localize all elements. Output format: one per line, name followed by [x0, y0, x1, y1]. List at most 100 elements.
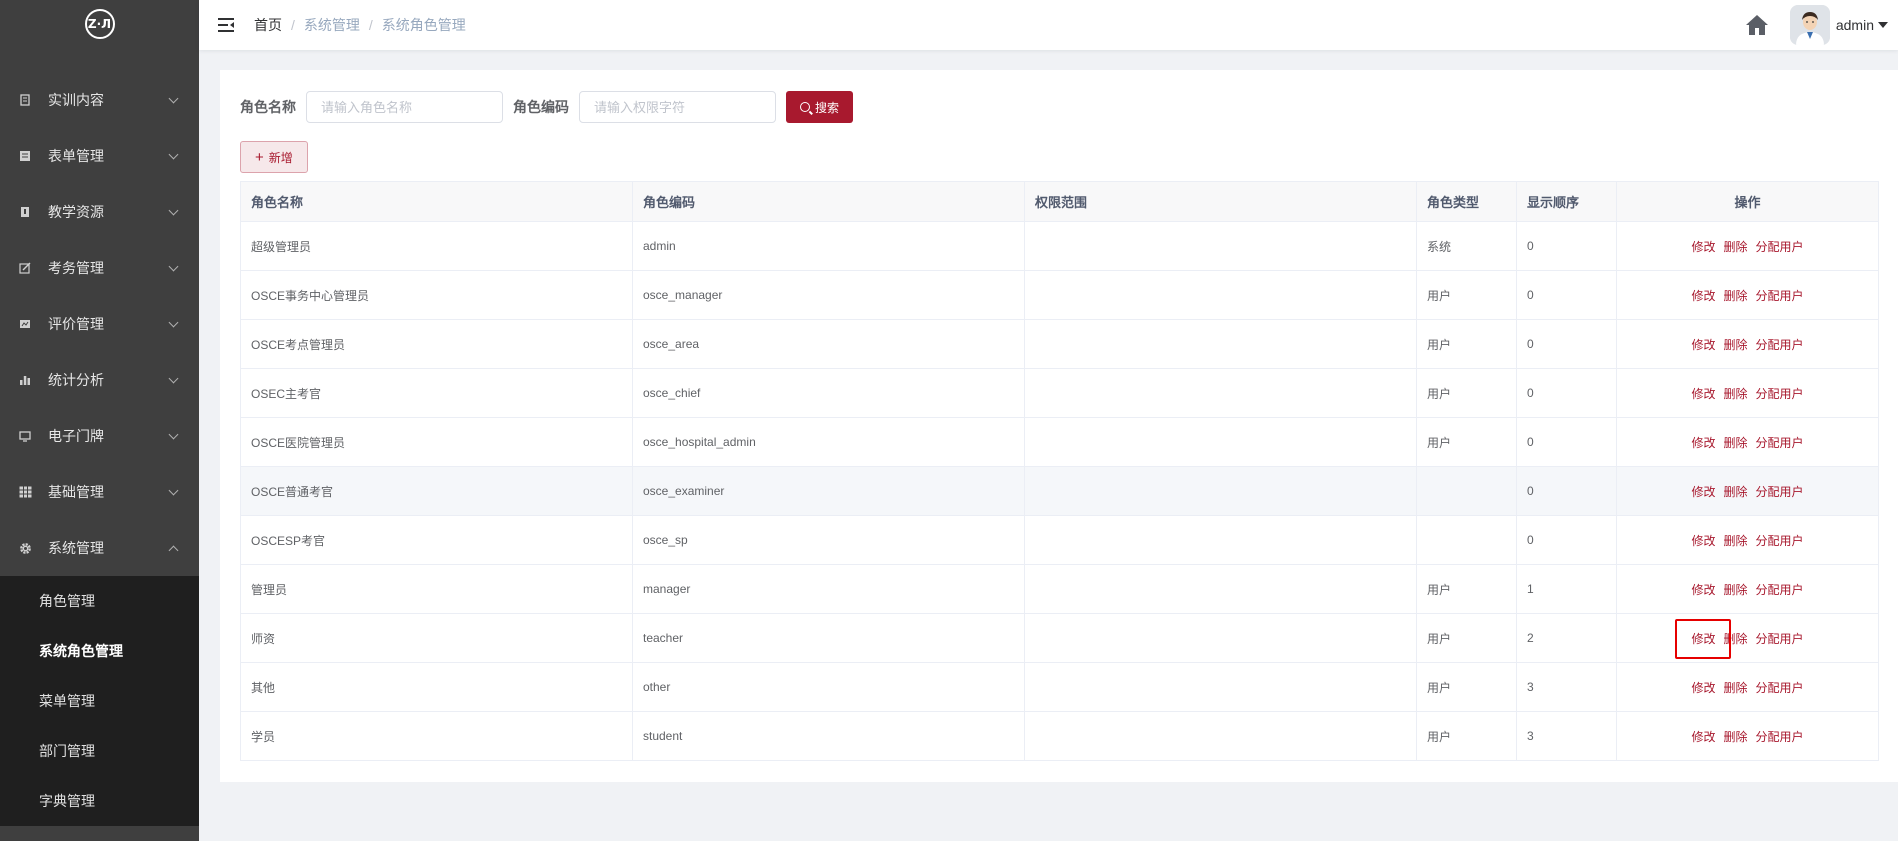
- edit-button[interactable]: 修改: [1691, 387, 1715, 401]
- assign-user-button[interactable]: 分配用户: [1756, 632, 1804, 646]
- cell-role-type: [1416, 466, 1517, 516]
- delete-button[interactable]: 删除: [1723, 681, 1747, 695]
- cell-actions: 修改 删除 分配用户: [1616, 711, 1879, 761]
- cell-actions: 修改 删除 分配用户: [1616, 417, 1879, 467]
- column-header-actions: 操作: [1616, 181, 1879, 222]
- edit-button[interactable]: 修改: [1691, 730, 1715, 744]
- edit-button[interactable]: 修改: [1691, 240, 1715, 254]
- sidebar-item-6[interactable]: 电子门牌: [0, 408, 199, 464]
- breadcrumb: 首页 / 系统管理 / 系统角色管理: [254, 15, 466, 35]
- submenu-item-2[interactable]: 菜单管理: [0, 676, 199, 726]
- delete-button[interactable]: 删除: [1723, 289, 1747, 303]
- caret-down-icon[interactable]: [1878, 22, 1888, 28]
- cell-role-code: manager: [632, 564, 1025, 614]
- cell-role-name: OSCESP考官: [240, 515, 633, 565]
- add-button[interactable]: + 新增: [240, 141, 308, 173]
- sidebar-menu: 实训内容表单管理 教学资源考务管理评价管理统计分析电子门牌基础管理 系统管理: [0, 72, 199, 576]
- cell-role-type: 用户: [1416, 662, 1517, 712]
- assign-user-button[interactable]: 分配用户: [1756, 338, 1804, 352]
- gear-icon: [18, 541, 32, 555]
- cell-actions: 修改 删除 分配用户: [1616, 515, 1879, 565]
- edit-button[interactable]: 修改: [1691, 485, 1715, 499]
- sidebar-item-label: 电子门牌: [48, 428, 104, 444]
- delete-button[interactable]: 删除: [1723, 534, 1747, 548]
- cell-role-code: admin: [632, 221, 1025, 271]
- submenu-item-3[interactable]: 部门管理: [0, 726, 199, 776]
- search-button-label: 搜索: [815, 100, 840, 115]
- edit-icon: [18, 261, 32, 275]
- delete-button[interactable]: 删除: [1723, 436, 1747, 450]
- cell-display-order: 0: [1516, 221, 1617, 271]
- sidebar-item-0[interactable]: 实训内容: [0, 72, 199, 128]
- cell-actions: 修改 删除 分配用户: [1616, 564, 1879, 614]
- assign-user-button[interactable]: 分配用户: [1756, 485, 1804, 499]
- username[interactable]: admin: [1836, 17, 1874, 33]
- delete-button[interactable]: 删除: [1723, 583, 1747, 597]
- breadcrumb-system: 系统管理: [303, 17, 360, 33]
- cell-display-order: 0: [1516, 466, 1617, 516]
- chevron-down-icon: [168, 93, 179, 103]
- submenu-item-1[interactable]: 系统角色管理: [0, 626, 199, 676]
- submenu-item-4[interactable]: 字典管理: [0, 776, 199, 826]
- cell-actions: 修改 删除 分配用户: [1616, 613, 1879, 663]
- table-header-row: 角色名称 角色编码 权限范围 角色类型 显示顺序 操作: [240, 181, 1879, 222]
- assign-user-button[interactable]: 分配用户: [1756, 730, 1804, 744]
- cell-role-code: teacher: [632, 613, 1025, 663]
- delete-button[interactable]: 删除: [1723, 485, 1747, 499]
- sidebar-submenu-system: 角色管理 系统角色管理 菜单管理 部门管理 字典管理: [0, 576, 199, 826]
- sidebar-item-label: 统计分析: [48, 372, 104, 388]
- assign-user-button[interactable]: 分配用户: [1756, 583, 1804, 597]
- edit-button[interactable]: 修改: [1691, 534, 1715, 548]
- delete-button[interactable]: 删除: [1723, 730, 1747, 744]
- edit-button[interactable]: 修改: [1691, 289, 1715, 303]
- assign-user-button[interactable]: 分配用户: [1756, 534, 1804, 548]
- sidebar-toggle-button[interactable]: [216, 15, 236, 35]
- home-icon[interactable]: [1744, 12, 1770, 38]
- cell-scope: [1024, 270, 1417, 320]
- avatar[interactable]: [1789, 5, 1830, 45]
- sidebar-item-5[interactable]: 统计分析: [0, 352, 199, 408]
- cell-display-order: 0: [1516, 515, 1617, 565]
- logo[interactable]: Z·Л: [84, 9, 115, 39]
- assign-user-button[interactable]: 分配用户: [1756, 289, 1804, 303]
- edit-button[interactable]: 修改: [1691, 338, 1715, 352]
- assign-user-button[interactable]: 分配用户: [1756, 436, 1804, 450]
- delete-button[interactable]: 删除: [1723, 387, 1747, 401]
- breadcrumb-home[interactable]: 首页: [254, 15, 282, 35]
- cell-role-type: [1416, 515, 1517, 565]
- sidebar-item-1[interactable]: 表单管理: [0, 128, 199, 184]
- cell-role-code: osce_manager: [632, 270, 1025, 320]
- cell-scope: [1024, 711, 1417, 761]
- sidebar-item-2[interactable]: 教学资源: [0, 184, 199, 240]
- delete-button[interactable]: 删除: [1723, 240, 1747, 254]
- sidebar-item-4[interactable]: 评价管理: [0, 296, 199, 352]
- book-icon: [18, 205, 32, 219]
- chevron-down-icon: [168, 261, 179, 271]
- cell-actions: 修改 删除 分配用户: [1616, 270, 1879, 320]
- delete-button[interactable]: 删除: [1723, 338, 1747, 352]
- submenu-item-0[interactable]: 角色管理: [0, 576, 199, 626]
- cell-role-code: osce_sp: [632, 515, 1025, 565]
- sidebar-item-label: 考务管理: [48, 260, 104, 276]
- search-button[interactable]: 搜索: [786, 91, 854, 123]
- cell-role-type: 用户: [1416, 564, 1517, 614]
- breadcrumb-separator: /: [291, 17, 295, 33]
- assign-user-button[interactable]: 分配用户: [1756, 240, 1804, 254]
- sidebar-item-label: 评价管理: [48, 316, 104, 332]
- role-code-input[interactable]: [579, 91, 776, 123]
- cell-scope: [1024, 319, 1417, 369]
- assign-user-button[interactable]: 分配用户: [1756, 681, 1804, 695]
- sidebar-item-8[interactable]: 系统管理: [0, 520, 199, 576]
- sidebar-item-7[interactable]: 基础管理: [0, 464, 199, 520]
- table-row: 学员 student 用户 3 修改 删除 分配用户: [240, 711, 1879, 761]
- assign-user-button[interactable]: 分配用户: [1756, 387, 1804, 401]
- edit-button[interactable]: 修改: [1691, 583, 1715, 597]
- sidebar-item-label: 实训内容: [48, 92, 104, 108]
- role-name-input[interactable]: [306, 91, 503, 123]
- column-header-role-name: 角色名称: [240, 181, 633, 222]
- sidebar-item-3[interactable]: 考务管理: [0, 240, 199, 296]
- cell-role-code: student: [632, 711, 1025, 761]
- edit-button[interactable]: 修改: [1691, 681, 1715, 695]
- edit-button[interactable]: 修改: [1691, 436, 1715, 450]
- grid-icon: [18, 485, 32, 499]
